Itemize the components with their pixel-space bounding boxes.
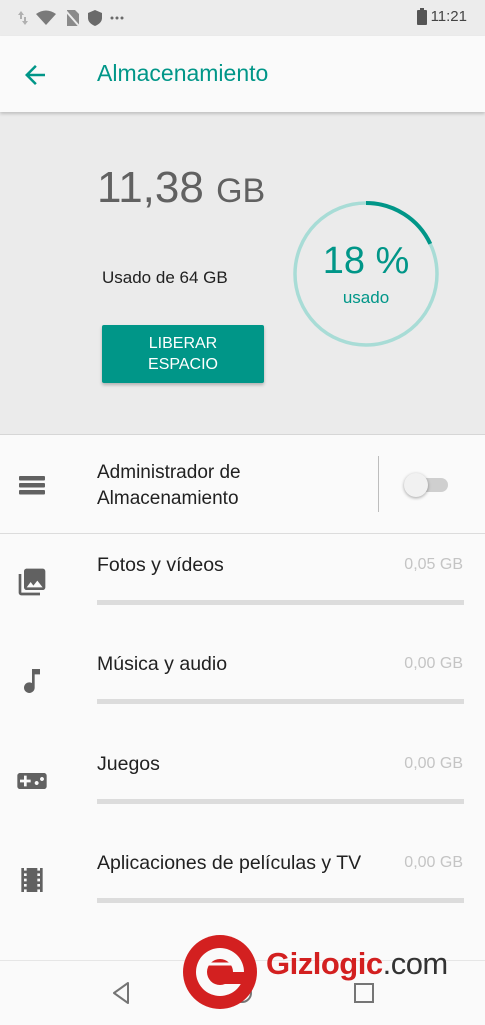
- watermark-tld: .com: [382, 946, 449, 981]
- movie-icon: [21, 868, 43, 892]
- music-note-icon: [24, 669, 40, 693]
- category-label: Juegos: [97, 753, 160, 775]
- storage-manager-toggle[interactable]: [404, 472, 450, 498]
- gizlogic-logo-icon: [183, 935, 257, 1009]
- category-row-games[interactable]: Juegos 0,00 GB: [0, 733, 485, 832]
- used-unit: GB: [216, 172, 266, 210]
- app-bar: Almacenamiento: [0, 36, 485, 112]
- category-size: 0,05 GB: [404, 556, 463, 573]
- category-label: Fotos y vídeos: [97, 554, 224, 576]
- status-right: 11:21: [416, 8, 467, 25]
- category-row-movies-tv[interactable]: Aplicaciones de películas y TV 0,00 GB: [0, 832, 485, 931]
- watermark-brand: Gizlogic: [266, 946, 383, 981]
- category-label: Música y audio: [97, 653, 228, 675]
- back-button[interactable]: [20, 60, 54, 90]
- category-size: 0,00 GB: [404, 854, 463, 871]
- page-title: Almacenamiento: [97, 60, 269, 86]
- category-progress: [97, 600, 464, 605]
- photo-library-icon: [18, 568, 46, 596]
- arrow-back-icon: [25, 65, 45, 85]
- usage-label: usado: [342, 288, 390, 307]
- gizlogic-watermark: Gizlogic.com: [180, 928, 480, 1012]
- shield-icon: [88, 10, 102, 26]
- storage-manager-row[interactable]: Administrador de Almacenamiento: [0, 436, 485, 534]
- category-progress: [97, 799, 464, 804]
- status-icons: [18, 9, 124, 27]
- category-row-photos[interactable]: Fotos y vídeos 0,05 GB: [0, 534, 485, 633]
- more-dots-icon: [110, 16, 124, 20]
- category-size: 0,00 GB: [404, 655, 463, 672]
- data-arrows-icon: [18, 11, 28, 25]
- used-value: 11,38: [97, 163, 204, 212]
- used-amount: 11,38 GB: [97, 162, 267, 217]
- category-size: 0,00 GB: [404, 755, 463, 772]
- free-up-space-button[interactable]: LIBERAR ESPACIO: [102, 325, 264, 383]
- back-triangle-icon[interactable]: [108, 979, 136, 1007]
- used-of-total: Usado de 64 GB: [102, 268, 228, 287]
- usage-percent: 18 %: [322, 240, 410, 282]
- storage-manager-icon: [19, 476, 45, 495]
- wifi-icon: [36, 10, 56, 25]
- toggle-thumb: [404, 473, 428, 497]
- status-bar: 11:21: [0, 0, 485, 36]
- watermark-text: Gizlogic.com: [266, 946, 448, 982]
- storage-manager-label: Administrador de Almacenamiento: [97, 462, 241, 509]
- category-progress: [97, 699, 464, 704]
- no-sim-icon: [64, 9, 80, 27]
- category-row-music[interactable]: Música y audio 0,00 GB: [0, 633, 485, 732]
- divider: [378, 456, 379, 512]
- gamepad-icon: [17, 773, 47, 789]
- storage-summary: 11,38 GB Usado de 64 GB LIBERAR ESPACIO …: [0, 112, 485, 435]
- status-time: 11:21: [430, 8, 467, 25]
- category-label: Aplicaciones de películas y TV: [97, 852, 362, 874]
- category-progress: [97, 898, 464, 903]
- battery-icon: [416, 8, 427, 25]
